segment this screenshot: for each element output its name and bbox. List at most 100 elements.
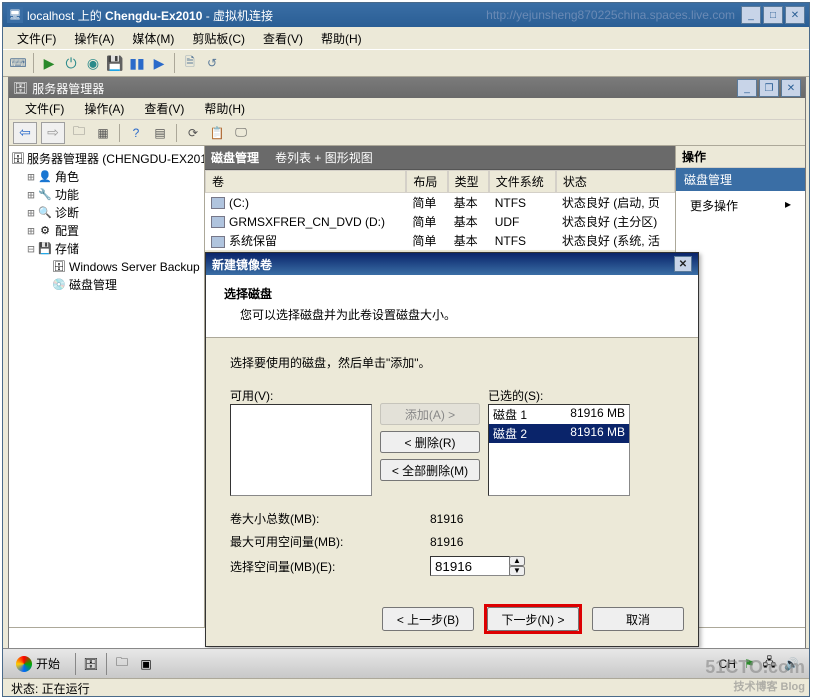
lang-indicator[interactable]: CH — [719, 657, 736, 671]
vm-statusbar: 状态: 正在运行 — [3, 678, 809, 696]
next-highlight: 下一步(N) > — [484, 604, 582, 634]
dialog-header: 选择磁盘 您可以选择磁盘并为此卷设置磁盘大小。 — [206, 275, 698, 338]
total-size-label: 卷大小总数(MB): — [230, 510, 430, 527]
vm-menu-media[interactable]: 媒体(M) — [124, 28, 182, 49]
selected-label: 已选的(S): — [488, 387, 630, 404]
nav-back[interactable]: ⇦ — [13, 122, 37, 144]
tree-diagnostics[interactable]: ⊞🔍诊断 — [11, 204, 202, 222]
header-watermark: http://yejunsheng870225china.spaces.live… — [486, 8, 735, 22]
total-size-value: 81916 — [430, 512, 530, 526]
tree-storage[interactable]: ⊟💾存储 — [11, 240, 202, 258]
tree-root[interactable]: 🗄 服务器管理器 (CHENGDU-EX2010 — [11, 150, 202, 168]
toolbar-icon-4[interactable]: 🖵 — [231, 123, 251, 143]
table-row[interactable]: GRMSXFRER_CN_DVD (D:)简单基本UDF状态良好 (主分区) — [205, 212, 675, 231]
volume-icon — [211, 216, 225, 228]
tree-features[interactable]: ⊞🔧功能 — [11, 186, 202, 204]
tray-network-icon[interactable]: 🖧 — [763, 653, 776, 674]
reset-icon[interactable]: ▶ — [150, 54, 168, 72]
center-title: 磁盘管理 — [211, 149, 259, 166]
tray-action-icon[interactable]: ⚑ — [744, 657, 755, 671]
toolbar-help-icon[interactable]: ? — [126, 123, 146, 143]
chevron-right-icon: ▸ — [785, 197, 791, 214]
app-menu-file[interactable]: 文件(F) — [15, 98, 74, 119]
hyper-v-icon: 🖥 — [7, 7, 23, 23]
tree-wsb[interactable]: 🗄Windows Server Backup — [11, 258, 202, 276]
choose-space-input[interactable] — [430, 556, 510, 576]
revert-icon[interactable]: ↺ — [203, 54, 221, 72]
back-button[interactable]: < 上一步(B) — [382, 607, 474, 631]
table-row[interactable]: 系统保留简单基本NTFS状态良好 (系统, 活 — [205, 231, 675, 250]
vm-window-controls: _ □ ✕ — [741, 6, 805, 24]
shutdown-icon[interactable]: ◉ — [84, 54, 102, 72]
toolbar-props-icon[interactable]: 📋 — [207, 123, 227, 143]
storage-icon: 💾 — [37, 241, 53, 257]
max-space-value: 81916 — [430, 535, 530, 549]
tray-volume-icon[interactable]: 🔊 — [784, 657, 799, 671]
dialog-heading: 选择磁盘 — [224, 285, 680, 302]
add-button[interactable]: 添加(A) > — [380, 403, 480, 425]
app-minimize[interactable]: _ — [737, 79, 757, 97]
max-space-label: 最大可用空间量(MB): — [230, 533, 430, 550]
app-titlebar[interactable]: 🗄 服务器管理器 _ ❐ ✕ — [9, 78, 805, 98]
dialog-title: 新建镜像卷 — [212, 256, 272, 273]
vm-menu-action[interactable]: 操作(A) — [66, 28, 122, 49]
vm-menu-help[interactable]: 帮助(H) — [313, 28, 370, 49]
tree-roles[interactable]: ⊞👤角色 — [11, 168, 202, 186]
app-menu-view[interactable]: 查看(V) — [134, 98, 194, 119]
spin-up-button[interactable]: ▲ — [509, 556, 525, 566]
toolbar-icon-1[interactable]: 🗀 — [69, 123, 89, 143]
minimize-button[interactable]: _ — [741, 6, 761, 24]
features-icon: 🔧 — [37, 187, 53, 203]
app-menu-action[interactable]: 操作(A) — [74, 98, 134, 119]
vm-menu-file[interactable]: 文件(F) — [9, 28, 64, 49]
choose-space-label: 选择空间量(MB)(E): — [230, 558, 430, 575]
snapshot-icon[interactable]: 🗎 — [181, 54, 199, 72]
start-icon[interactable]: ▶ — [40, 54, 58, 72]
vm-title: localhost 上的 Chengdu-Ex2010 - 虚拟机连接 — [27, 7, 273, 24]
start-button[interactable]: 开始 — [7, 652, 69, 675]
maximize-button[interactable]: □ — [763, 6, 783, 24]
taskbar-cmd-icon[interactable]: ▣ — [137, 655, 155, 673]
toolbar-icon-2[interactable]: ▦ — [93, 123, 113, 143]
remove-button[interactable]: < 删除(R) — [380, 431, 480, 453]
tree-pane[interactable]: 🗄 服务器管理器 (CHENGDU-EX2010 ⊞👤角色 ⊞🔧功能 ⊞🔍诊断 … — [9, 146, 205, 627]
app-menu-help[interactable]: 帮助(H) — [194, 98, 255, 119]
next-button[interactable]: 下一步(N) > — [487, 607, 579, 631]
volume-icon — [211, 197, 225, 209]
available-listbox[interactable] — [230, 404, 372, 496]
action-header: 操作 — [676, 146, 805, 168]
table-row[interactable]: (C:)简单基本NTFS状态良好 (启动, 页 — [205, 193, 675, 212]
vm-titlebar[interactable]: 🖥 localhost 上的 Chengdu-Ex2010 - 虚拟机连接 ht… — [3, 3, 809, 27]
app-close[interactable]: ✕ — [781, 79, 801, 97]
pause-icon[interactable]: ▮▮ — [128, 54, 146, 72]
app-maximize[interactable]: ❐ — [759, 79, 779, 97]
cancel-button[interactable]: 取消 — [592, 607, 684, 631]
save-icon[interactable]: 💾 — [106, 54, 124, 72]
dialog-titlebar[interactable]: 新建镜像卷 ✕ — [206, 253, 698, 275]
new-mirror-volume-dialog: 新建镜像卷 ✕ 选择磁盘 您可以选择磁盘并为此卷设置磁盘大小。 选择要使用的磁盘… — [205, 252, 699, 647]
taskbar-explorer-icon[interactable]: 🗀 — [113, 655, 131, 673]
close-button[interactable]: ✕ — [785, 6, 805, 24]
tree-disk-mgmt[interactable]: 💿磁盘管理 — [11, 276, 202, 294]
toolbar-refresh-icon[interactable]: ⟳ — [183, 123, 203, 143]
ctrl-alt-del-icon[interactable]: ⌨ — [9, 54, 27, 72]
taskbar-server-icon[interactable]: 🗄 — [82, 655, 100, 673]
list-item[interactable]: 磁盘 281916 MB — [489, 424, 629, 443]
app-title: 服务器管理器 — [32, 80, 104, 97]
toolbar-icon-3[interactable]: ▤ — [150, 123, 170, 143]
action-more[interactable]: 更多操作▸ — [676, 191, 805, 220]
vm-menu-view[interactable]: 查看(V) — [255, 28, 311, 49]
tree-config[interactable]: ⊞⚙配置 — [11, 222, 202, 240]
turnoff-icon[interactable]: ⏻ — [62, 54, 80, 72]
vm-toolbar: ⌨ ▶ ⏻ ◉ 💾 ▮▮ ▶ 🗎 ↺ — [3, 49, 809, 77]
system-tray: CH ⚑ 🖧 🔊 — [719, 653, 805, 674]
spin-down-button[interactable]: ▼ — [509, 566, 525, 576]
nav-forward[interactable]: ⇨ — [41, 122, 65, 144]
list-item[interactable]: 磁盘 181916 MB — [489, 405, 629, 424]
config-icon: ⚙ — [37, 223, 53, 239]
remove-all-button[interactable]: < 全部删除(M) — [380, 459, 480, 481]
dialog-close-button[interactable]: ✕ — [674, 256, 692, 272]
selected-listbox[interactable]: 磁盘 181916 MB 磁盘 281916 MB — [488, 404, 630, 496]
vm-menu-clipboard[interactable]: 剪贴板(C) — [184, 28, 253, 49]
volume-table[interactable]: 卷 布局 类型 文件系统 状态 (C:)简单基本NTFS状态良好 (启动, 页 … — [205, 170, 675, 250]
